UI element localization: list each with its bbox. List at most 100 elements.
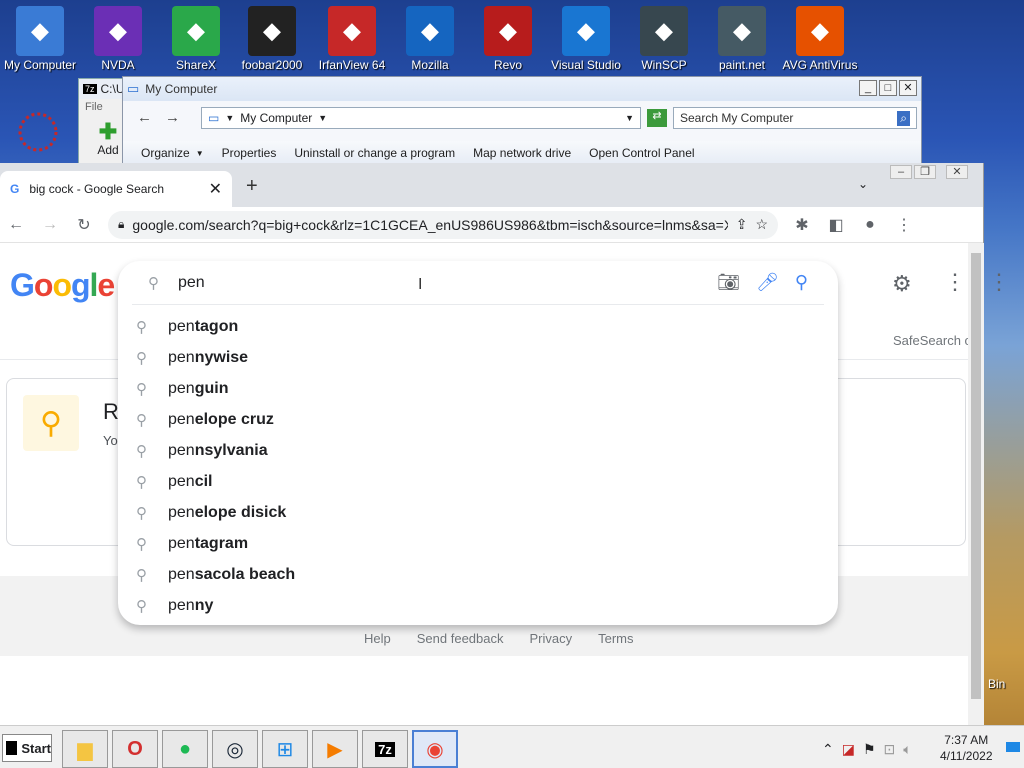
chrome-close-button[interactable]: ✕ <box>946 165 968 179</box>
chrome-taskbar-icon[interactable]: ◉ <box>412 730 458 768</box>
minimize-button[interactable]: _ <box>859 80 877 96</box>
start-button[interactable]: Start <box>2 734 52 762</box>
suggestion-completion: tagon <box>194 317 239 335</box>
explorer-search-input[interactable]: Search My Computer ⌕ <box>673 107 917 129</box>
scrollbar-thumb[interactable] <box>971 253 981 699</box>
back-icon[interactable]: ← <box>6 216 26 234</box>
suggestion-item[interactable]: ⚲ pentagon <box>118 311 838 342</box>
spotify-icon[interactable]: ● <box>162 730 208 768</box>
back-icon[interactable]: ← <box>137 109 152 126</box>
command-4[interactable]: Open Control Panel <box>589 146 694 160</box>
profile-avatar-icon[interactable]: ● <box>860 216 880 234</box>
chrome-minimize-button[interactable]: – <box>890 165 912 179</box>
suggestion-item[interactable]: ⚲ pensacola beach <box>118 559 838 590</box>
opera-icon[interactable]: O <box>112 730 158 768</box>
avast-tray-icon[interactable]: ◪ <box>842 741 855 758</box>
chrome-menu-icon[interactable]: ⋮ <box>894 215 914 235</box>
footer-links: Help Send feedback Privacy Terms <box>364 631 634 646</box>
command-1[interactable]: Properties <box>222 146 277 160</box>
side-panel-icon[interactable]: ◧ <box>826 215 846 235</box>
foobar-icon: ◆ <box>248 6 296 56</box>
clock-date: 4/11/2022 <box>940 749 993 763</box>
suggestion-item[interactable]: ⚲ penny <box>118 590 838 621</box>
footer-link[interactable]: Send feedback <box>417 631 504 646</box>
suggestion-completion: ny <box>194 596 214 614</box>
desktop-icon[interactable]: ◆ IrfanView 64 <box>312 4 392 72</box>
tray-expand-icon[interactable]: ⌃ <box>822 741 834 758</box>
suggestion-item[interactable]: ⚲ penelope cruz <box>118 404 838 435</box>
desktop-icon[interactable]: ◆ Revo <box>468 4 548 72</box>
desktop-icon[interactable]: ◆ WinSCP <box>624 4 704 72</box>
command-3[interactable]: Map network drive <box>473 146 571 160</box>
steam-icon[interactable]: ◎ <box>212 730 258 768</box>
suggestion-item[interactable]: ⚲ penguin <box>118 373 838 404</box>
footer-link[interactable]: Help <box>364 631 391 646</box>
notifications-icon[interactable] <box>1006 742 1020 752</box>
file-explorer-icon[interactable]: ▆ <box>62 730 108 768</box>
search-icon[interactable]: ⌕ <box>897 110 910 126</box>
start-label: Start <box>21 740 51 756</box>
search-icon: ⚲ <box>136 318 147 336</box>
bookmark-star-icon[interactable]: ☆ <box>755 216 768 233</box>
suggestion-item[interactable]: ⚲ pentagram <box>118 528 838 559</box>
close-tab-icon[interactable]: ✕ <box>209 179 222 199</box>
chrome-restore-button[interactable]: ❐ <box>914 165 936 179</box>
search-box[interactable]: ⚲ pen 📷︎ 🎤︎ ⚲ <box>132 261 824 305</box>
footer-link[interactable]: Privacy <box>529 631 572 646</box>
suggestion-item[interactable]: ⚲ pencil <box>118 466 838 497</box>
share-icon[interactable]: ⇪ <box>736 216 748 233</box>
forward-icon[interactable]: → <box>40 216 60 234</box>
refresh-icon[interactable]: ⇄ <box>647 109 667 127</box>
flag-icon[interactable]: ⚑ <box>863 741 876 758</box>
suggestion-item[interactable]: ⚲ pennsylvania <box>118 435 838 466</box>
scrollbar[interactable] <box>968 243 984 725</box>
search-input[interactable]: pen <box>178 274 701 292</box>
clock[interactable]: 7:37 AM 4/11/2022 <box>940 732 993 764</box>
volume-icon[interactable]: 🔈︎ <box>903 741 911 758</box>
settings-gear-icon[interactable]: ⚙ <box>892 271 912 297</box>
windows-icon[interactable]: ⊞ <box>262 730 308 768</box>
search-icon: ⚲ <box>136 504 147 522</box>
close-button[interactable]: ✕ <box>899 80 917 96</box>
suggestion-typed: pen <box>168 596 195 614</box>
extensions-icon[interactable]: ✱ <box>792 215 812 235</box>
winscp-icon: ◆ <box>640 6 688 56</box>
explorer-window[interactable]: ▭ My Computer _ □ ✕ ← → ▭ ▼ My Computer … <box>122 76 922 165</box>
reload-icon[interactable]: ↻ <box>74 215 94 235</box>
network-icon[interactable]: ⊡ <box>884 741 896 758</box>
desktop-icon[interactable]: ◆ paint.net <box>702 4 782 72</box>
sevenzip-taskbar-icon[interactable]: 7z <box>362 730 408 768</box>
desktop-icon[interactable]: ◆ Visual Studio <box>546 4 626 72</box>
desktop-icon-label: Revo <box>493 58 522 72</box>
suggestion-item[interactable]: ⚲ penelope disick <box>118 497 838 528</box>
address-bar[interactable]: ▭ ▼ My Computer ▼ ▼ <box>201 107 641 129</box>
desktop-icon[interactable]: ◆ AVG AntiVirus <box>780 4 860 72</box>
command-2[interactable]: Uninstall or change a program <box>294 146 455 160</box>
safesearch-label[interactable]: SafeSearch o <box>893 333 972 348</box>
desktop-icon[interactable]: ◆ ShareX <box>156 4 236 72</box>
media-player-icon[interactable]: ▶ <box>312 730 358 768</box>
tab-search-icon[interactable]: ⌄ <box>858 177 868 191</box>
new-tab-icon[interactable]: + <box>246 175 258 198</box>
omnibox[interactable]: 🔒︎ google.com/search?q=big+cock&rlz=1C1G… <box>108 210 778 239</box>
desktop-icon-label: Visual Studio <box>551 58 621 72</box>
maximize-button[interactable]: □ <box>879 80 897 96</box>
result-subtitle: Yo <box>103 433 118 448</box>
command-0[interactable]: Organize <box>141 146 190 160</box>
tab-google-search[interactable]: G big cock - Google Search ✕ <box>0 171 232 207</box>
desktop-icon[interactable]: ◆ NVDA <box>78 4 158 72</box>
search-icon: ⚲ <box>136 380 147 398</box>
forward-icon[interactable]: → <box>165 109 180 126</box>
desktop-icon[interactable]: ◆ foobar2000 <box>232 4 312 72</box>
suggestion-typed: pen <box>168 565 195 583</box>
search-submit-icon[interactable]: ⚲ <box>795 272 808 293</box>
recycle-bin-label: Bin <box>988 677 1006 691</box>
camera-icon[interactable]: 📷︎ <box>717 272 740 293</box>
google-logo[interactable]: Google <box>10 267 115 304</box>
footer-link[interactable]: Terms <box>598 631 633 646</box>
desktop-icon[interactable]: ◆ Mozilla <box>390 4 470 72</box>
recycle-bin-icon[interactable] <box>12 110 68 160</box>
suggestion-item[interactable]: ⚲ pennywise <box>118 342 838 373</box>
desktop-icon[interactable]: ◆ My Computer <box>0 4 80 72</box>
microphone-icon[interactable]: 🎤︎ <box>756 272 779 293</box>
